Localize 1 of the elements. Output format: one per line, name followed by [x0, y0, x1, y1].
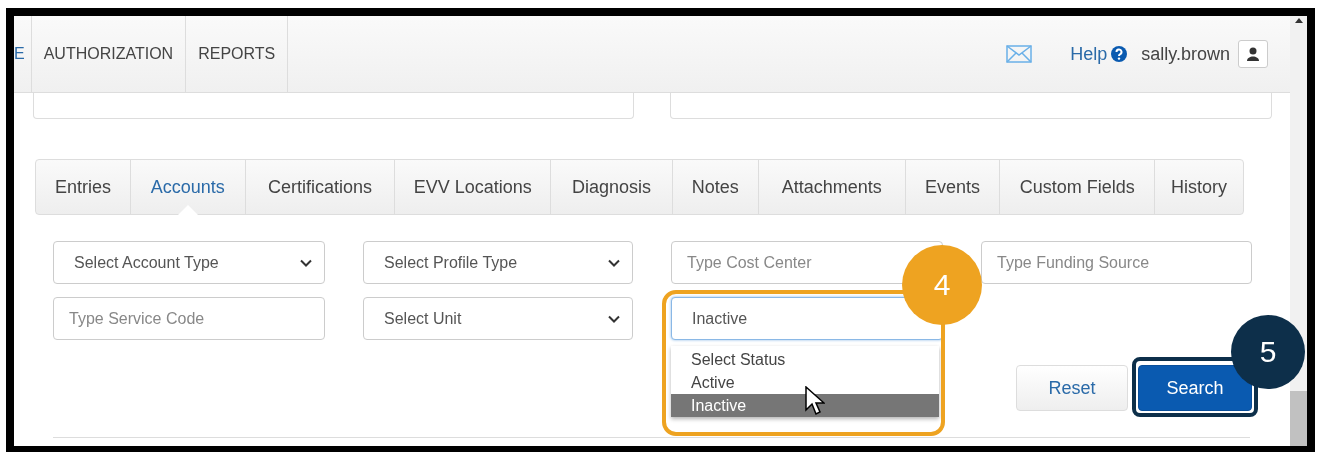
step-number-tooltip: 4 — [902, 245, 982, 325]
